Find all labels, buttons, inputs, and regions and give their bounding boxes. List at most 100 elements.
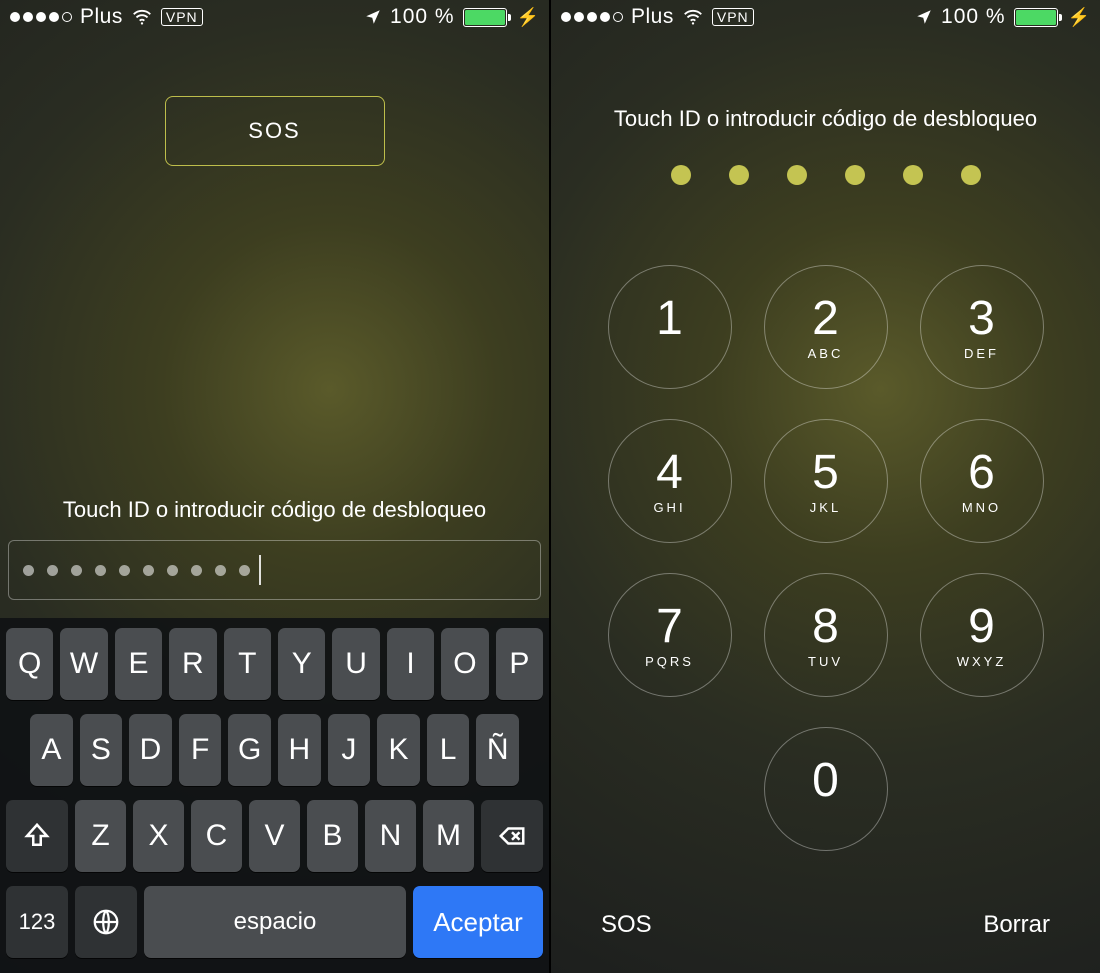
delete-link[interactable]: Borrar <box>983 911 1050 939</box>
sos-label: SOS <box>248 118 300 144</box>
battery-percent: 100 % <box>941 5 1006 29</box>
bottom-actions: SOS Borrar <box>551 911 1100 939</box>
key-g[interactable]: G <box>228 714 271 786</box>
numkey-4[interactable]: 4GHI <box>608 419 732 543</box>
key-d[interactable]: D <box>129 714 172 786</box>
status-bar: Plus VPN 100 % ⚡ <box>0 0 549 34</box>
numkey-digit: 5 <box>812 449 839 497</box>
accept-key[interactable]: Aceptar <box>413 886 543 958</box>
numkey-letters: DEF <box>964 346 999 360</box>
key-ñ[interactable]: Ñ <box>476 714 519 786</box>
text-cursor <box>259 555 261 585</box>
key-w[interactable]: W <box>60 628 107 700</box>
key-t[interactable]: T <box>224 628 271 700</box>
numkey-7[interactable]: 7PQRS <box>608 573 732 697</box>
battery-icon <box>1014 8 1058 27</box>
numkey-letters: MNO <box>962 500 1001 514</box>
key-m[interactable]: M <box>423 800 474 872</box>
passcode-char-dot <box>119 565 130 576</box>
passcode-input[interactable] <box>8 540 541 600</box>
key-j[interactable]: J <box>328 714 371 786</box>
passcode-dots <box>551 165 1100 185</box>
passcode-char-dot <box>215 565 226 576</box>
passcode-dot <box>787 165 807 185</box>
passcode-prompt: Touch ID o introducir código de desbloqu… <box>551 106 1100 132</box>
key-o[interactable]: O <box>441 628 488 700</box>
numkey-3[interactable]: 3 DEF <box>920 265 1044 389</box>
numkey-digit: 2 <box>812 295 839 343</box>
key-a[interactable]: A <box>30 714 73 786</box>
key-v[interactable]: V <box>249 800 300 872</box>
numkey-digit: 8 <box>812 603 839 651</box>
battery-percent: 100 % <box>390 5 455 29</box>
wifi-icon <box>131 6 153 28</box>
numkey-digit: 3 <box>968 295 995 343</box>
screen-numeric-passcode: Plus VPN 100 % ⚡ Touch ID o introducir c… <box>550 0 1100 973</box>
vpn-badge: VPN <box>161 8 203 26</box>
passcode-char-dot <box>71 565 82 576</box>
wifi-icon <box>682 6 704 28</box>
key-i[interactable]: I <box>387 628 434 700</box>
numkey-1[interactable]: 1 <box>608 265 732 389</box>
key-h[interactable]: H <box>278 714 321 786</box>
passcode-char-dot <box>95 565 106 576</box>
passcode-dot <box>671 165 691 185</box>
passcode-dot <box>729 165 749 185</box>
battery-icon <box>463 8 507 27</box>
numkey-6[interactable]: 6MNO <box>920 419 1044 543</box>
numkey-letters: ABC <box>808 346 844 360</box>
key-e[interactable]: E <box>115 628 162 700</box>
vpn-badge: VPN <box>712 8 754 26</box>
sos-button[interactable]: SOS <box>165 96 385 166</box>
key-f[interactable]: F <box>179 714 222 786</box>
location-icon <box>364 8 382 26</box>
key-n[interactable]: N <box>365 800 416 872</box>
passcode-char-dot <box>191 565 202 576</box>
key-x[interactable]: X <box>133 800 184 872</box>
sos-link[interactable]: SOS <box>601 911 652 939</box>
passcode-dot <box>845 165 865 185</box>
numkey-letters: PQRS <box>645 654 694 668</box>
key-u[interactable]: U <box>332 628 379 700</box>
shift-key[interactable] <box>6 800 68 872</box>
passcode-prompt: Touch ID o introducir código de desbloqu… <box>0 497 549 523</box>
numkey-0[interactable]: 0 <box>764 727 888 851</box>
key-z[interactable]: Z <box>75 800 126 872</box>
key-k[interactable]: K <box>377 714 420 786</box>
location-icon <box>915 8 933 26</box>
numkey-letters: JKL <box>810 500 841 514</box>
numkey-digit: 9 <box>968 603 995 651</box>
backspace-key[interactable] <box>481 800 543 872</box>
signal-strength-icon <box>561 12 623 22</box>
status-left: Plus VPN <box>10 5 203 29</box>
numkey-2[interactable]: 2 ABC <box>764 265 888 389</box>
globe-key[interactable] <box>75 886 137 958</box>
signal-strength-icon <box>10 12 72 22</box>
keyboard: QWERTYUIOP ASDFGHJKLÑ ZXCVBNM 123 espaci… <box>0 618 549 973</box>
passcode-char-dot <box>47 565 58 576</box>
key-y[interactable]: Y <box>278 628 325 700</box>
passcode-dot <box>961 165 981 185</box>
numkey-9[interactable]: 9WXYZ <box>920 573 1044 697</box>
passcode-char-dot <box>239 565 250 576</box>
key-b[interactable]: B <box>307 800 358 872</box>
key-l[interactable]: L <box>427 714 470 786</box>
passcode-char-dot <box>143 565 154 576</box>
key-s[interactable]: S <box>80 714 123 786</box>
numkey-8[interactable]: 8TUV <box>764 573 888 697</box>
numkey-digit: 0 <box>812 757 839 805</box>
numeric-keypad: 1 2 ABC 3 DEF 4GHI 5 JKL 6MNO 7PQRS 8TUV 9WXYZ 0 <box>551 265 1100 851</box>
key-p[interactable]: P <box>496 628 543 700</box>
space-key[interactable]: espacio <box>144 886 406 958</box>
screen-alphanumeric-passcode: Plus VPN 100 % ⚡ SOS Touch ID o introduc… <box>0 0 550 973</box>
numkey-5[interactable]: 5 JKL <box>764 419 888 543</box>
passcode-dot <box>903 165 923 185</box>
numbers-key[interactable]: 123 <box>6 886 68 958</box>
key-q[interactable]: Q <box>6 628 53 700</box>
charging-icon: ⚡ <box>517 7 539 28</box>
key-r[interactable]: R <box>169 628 216 700</box>
charging-icon: ⚡ <box>1068 7 1090 28</box>
passcode-char-dot <box>23 565 34 576</box>
carrier-label: Plus <box>80 5 123 29</box>
key-c[interactable]: C <box>191 800 242 872</box>
